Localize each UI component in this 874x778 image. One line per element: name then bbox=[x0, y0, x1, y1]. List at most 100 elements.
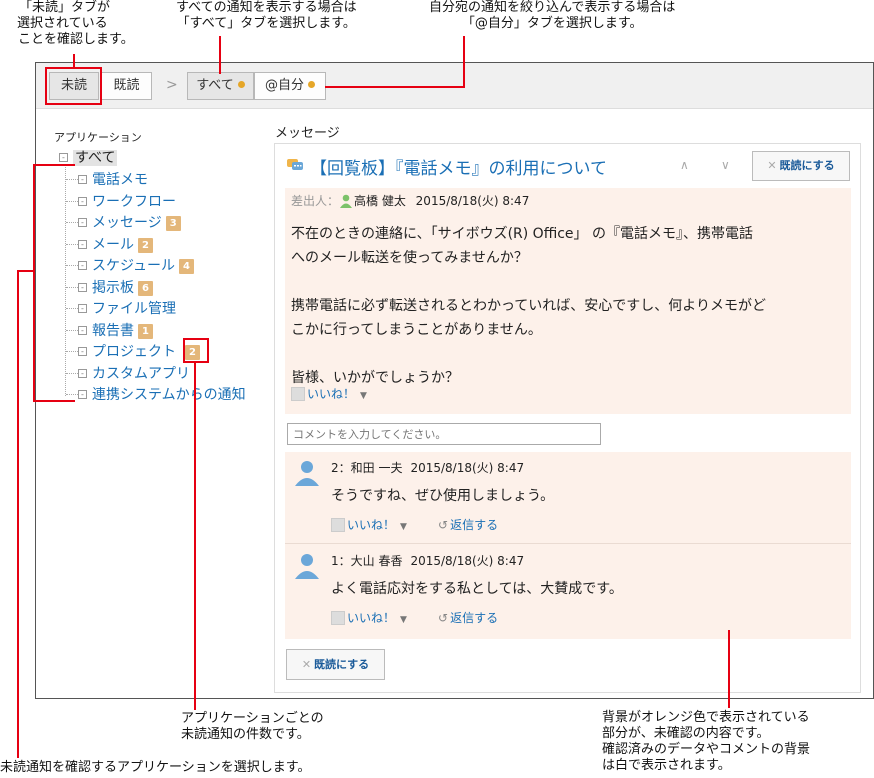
annotation-frame bbox=[183, 338, 185, 363]
annotation-line bbox=[463, 36, 465, 88]
expand-icon: - bbox=[78, 197, 87, 206]
expand-icon: - bbox=[78, 261, 87, 270]
sidebar-item-label: プロジェクト bbox=[92, 344, 176, 360]
chevron-down-icon[interactable]: ∨ bbox=[721, 158, 730, 172]
tree-guide-line bbox=[66, 351, 78, 352]
annotation-line bbox=[17, 270, 34, 272]
close-icon: ✕ bbox=[767, 159, 777, 172]
annotation-counts: アプリケーションごとの 未読通知の件数です。 bbox=[181, 711, 324, 742]
like-button[interactable]: いいね！ ▼ bbox=[291, 385, 367, 402]
like-button[interactable]: いいね！ ▼ bbox=[331, 516, 407, 533]
sidebar-title: アプリケーション bbox=[54, 131, 142, 144]
sidebar-item-label: すべて bbox=[73, 150, 118, 166]
annotation-line bbox=[219, 36, 221, 74]
tab-unread[interactable]: 未読 bbox=[49, 72, 99, 100]
annotation-frame bbox=[183, 338, 209, 340]
sender-label: 差出人： bbox=[291, 194, 340, 208]
sidebar-item[interactable]: - 報告書 1 bbox=[78, 320, 153, 340]
message-subject[interactable]: 【回覧板】『電話メモ』の利用について bbox=[310, 154, 607, 179]
reply-button[interactable]: ↺ 返信する bbox=[438, 516, 498, 533]
tree-guide-line bbox=[66, 179, 78, 180]
sidebar-item[interactable]: - 電話メモ bbox=[78, 169, 148, 189]
sidebar-item[interactable]: - 掲示板 6 bbox=[78, 277, 153, 297]
tab-all[interactable]: すべて bbox=[187, 72, 254, 100]
sidebar-item[interactable]: - メール 2 bbox=[78, 234, 153, 254]
sidebar-item-label: メッセージ bbox=[92, 215, 162, 231]
sidebar-item[interactable]: - ワークフロー bbox=[78, 191, 176, 211]
annotation-line bbox=[325, 86, 465, 88]
avatar bbox=[294, 553, 320, 579]
unread-dot-icon bbox=[308, 81, 315, 88]
tree-guide-line bbox=[66, 330, 78, 331]
tab-self[interactable]: @自分 bbox=[254, 72, 326, 100]
sender-name[interactable]: 高橋 健太 bbox=[354, 194, 406, 208]
annotation-frame bbox=[183, 361, 209, 363]
dropdown-arrow-icon: ▼ bbox=[360, 391, 367, 401]
tree-guide-line bbox=[66, 201, 78, 202]
sidebar-item[interactable]: - スケジュール 4 bbox=[78, 255, 195, 275]
tab-self-label: @自分 bbox=[264, 78, 304, 93]
sidebar-item[interactable]: - 連携システムからの通知 bbox=[78, 384, 246, 404]
collapse-icon: - bbox=[59, 153, 68, 162]
mark-read-button[interactable]: ✕ 既読にする bbox=[752, 151, 850, 181]
annotation-background: 背景がオレンジ色で表示されている 部分が、未確認の内容です。 確認済みのデータや… bbox=[602, 710, 811, 773]
expand-icon: - bbox=[78, 283, 87, 292]
comment-author[interactable]: 1：大山 春香 bbox=[331, 554, 402, 568]
annotation-line bbox=[33, 164, 35, 402]
annotation-line bbox=[728, 630, 730, 708]
expand-icon: - bbox=[78, 218, 87, 227]
reply-icon: ↺ bbox=[438, 611, 449, 625]
sidebar-item-label: 掲示板 bbox=[92, 280, 134, 296]
sidebar-item-label: メール bbox=[92, 237, 134, 253]
tree-guide-line bbox=[66, 265, 78, 266]
sidebar-item-label: 報告書 bbox=[92, 323, 134, 339]
like-button[interactable]: いいね！ ▼ bbox=[331, 609, 407, 626]
comment-author[interactable]: 2：和田 一夫 bbox=[331, 461, 402, 475]
tab-read[interactable]: 既読 bbox=[101, 72, 152, 100]
comment-input[interactable] bbox=[287, 423, 601, 445]
annotation-line bbox=[33, 164, 75, 166]
reply-button[interactable]: ↺ 返信する bbox=[438, 609, 498, 626]
tree-guide-line bbox=[66, 373, 78, 374]
expand-icon: - bbox=[78, 369, 87, 378]
tree-guide-line bbox=[65, 165, 66, 396]
expand-icon: - bbox=[78, 304, 87, 313]
user-icon bbox=[340, 194, 353, 208]
annotation-all-tab: すべての通知を表示する場合は 「すべて」タブを選択します。 bbox=[176, 0, 357, 31]
annotation-select-app: 未読通知を確認するアプリケーションを選択します。 bbox=[0, 760, 311, 775]
unread-count-badge: 2 bbox=[138, 238, 153, 253]
sidebar-item[interactable]: - メッセージ 3 bbox=[78, 212, 181, 232]
unread-count-badge: 3 bbox=[165, 216, 181, 231]
comment-author-line: 2：和田 一夫 2015/8/18(火) 8:47 bbox=[331, 459, 524, 476]
like-icon bbox=[331, 611, 345, 625]
tree-guide-line bbox=[66, 308, 78, 309]
unread-count-badge: 2 bbox=[185, 345, 200, 360]
bottom-mark-read-button[interactable]: ✕ 既読にする bbox=[286, 649, 385, 680]
annotation-frame bbox=[207, 338, 209, 363]
sender-line: 差出人： 高橋 健太 2015/8/18(火) 8:47 bbox=[291, 192, 529, 209]
close-icon: ✕ bbox=[301, 658, 312, 671]
unread-count-badge: 4 bbox=[179, 259, 195, 274]
tab-all-label: すべて bbox=[196, 78, 234, 93]
unread-count-badge: 1 bbox=[138, 324, 153, 339]
comment-date: 2015/8/18(火) 8:47 bbox=[410, 461, 525, 475]
comments-unread: 2：和田 一夫 2015/8/18(火) 8:47 そうですね、ぜひ使用しましょう。… bbox=[285, 452, 851, 639]
sidebar-item[interactable]: - ファイル管理 bbox=[78, 298, 176, 318]
notification-window: 未読 既読 > すべて @自分 アプリケーション - すべて - 電話メモ - ワークフ… bbox=[35, 62, 874, 699]
sidebar-item[interactable]: - カスタムアプリ bbox=[78, 363, 190, 383]
message-body-text: 不在のときの連絡に、「サイボウズ(R) Office」 の『電話メモ』、携帯電話… bbox=[291, 226, 767, 386]
sidebar-item-label: スケジュール bbox=[92, 258, 176, 274]
sidebar-item[interactable]: - プロジェクト 2 bbox=[78, 341, 200, 361]
expand-icon: - bbox=[78, 240, 87, 249]
message-icon bbox=[287, 159, 303, 170]
tree-guide-line bbox=[66, 244, 78, 245]
sender-date: 2015/8/18(火) 8:47 bbox=[415, 194, 530, 208]
page-title: メッセージ bbox=[275, 126, 340, 141]
like-icon bbox=[291, 387, 305, 401]
annotation-line bbox=[17, 270, 19, 758]
separator-chevron-icon: > bbox=[166, 77, 178, 93]
annotation-frame bbox=[100, 67, 102, 105]
chevron-up-icon[interactable]: ∧ bbox=[680, 158, 689, 172]
expand-icon: - bbox=[78, 175, 87, 184]
sidebar-item-label: 電話メモ bbox=[92, 172, 148, 188]
